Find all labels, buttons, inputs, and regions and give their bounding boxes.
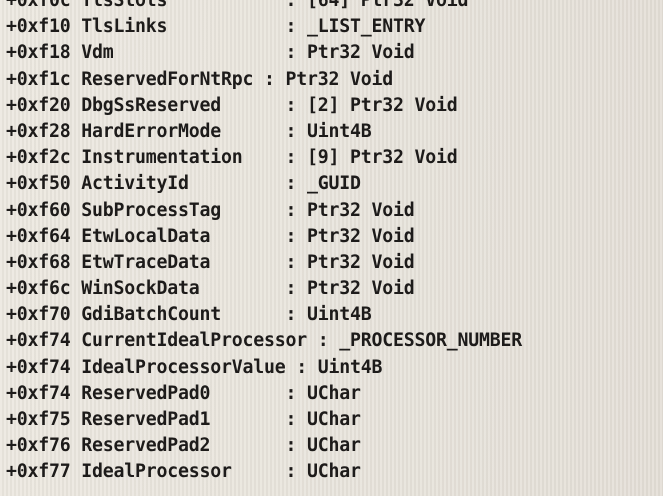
struct-field-line: +0xf20 DbgSsReserved : [2] Ptr32 Void (6, 93, 663, 119)
struct-field-line: +0xf68 EtwTraceData : Ptr32 Void (6, 250, 663, 276)
field-offset: +0xf10 (6, 16, 71, 38)
struct-field-line: +0xf1c ReservedForNtRpc : Ptr32 Void (6, 67, 663, 93)
field-separator: : (285, 173, 307, 195)
struct-field-line: +0xf75 ReservedPad1 : UChar (6, 407, 663, 433)
field-offset: +0xf20 (6, 94, 71, 116)
field-name: HardErrorMode (81, 120, 286, 142)
field-name: WinSockData (81, 278, 286, 300)
field-separator: : (285, 278, 307, 300)
struct-field-line: +0xf10 TlsLinks : _LIST_ENTRY (6, 14, 663, 40)
field-type: Uint4B (317, 356, 383, 378)
debugger-output: +0xf0c TlsSlots : [64] Ptr32 Void +0xf10 … (6, 0, 663, 486)
struct-field-line: +0xf28 HardErrorMode : Uint4B (6, 119, 663, 145)
field-offset: +0xf6c (6, 278, 71, 300)
field-offset: +0xf50 (6, 173, 71, 195)
field-separator: : (285, 251, 307, 273)
field-name: IdealProcessor (81, 461, 286, 483)
field-type: Ptr32 Void (285, 68, 394, 90)
field-separator: : (285, 147, 307, 169)
field-offset: +0xf70 (6, 304, 71, 326)
field-name: SubProcessTag (81, 199, 286, 221)
field-offset: +0xf74 (6, 330, 71, 352)
field-type: UChar (307, 461, 361, 483)
struct-field-line: +0xf6c WinSockData : Ptr32 Void (6, 276, 663, 302)
field-name: Vdm (81, 42, 286, 64)
struct-field-line: +0xf2c Instrumentation : [9] Ptr32 Void (6, 145, 663, 171)
field-name: CurrentIdealProcessor (81, 330, 318, 352)
field-separator: : (285, 42, 307, 64)
field-name: EtwTraceData (81, 251, 286, 273)
field-type: Ptr32 Void (307, 199, 415, 221)
field-separator: : (285, 199, 307, 221)
field-offset: +0xf60 (6, 199, 71, 221)
struct-field-line: +0xf74 CurrentIdealProcessor : _PROCESSO… (6, 328, 663, 354)
field-offset: +0xf1c (6, 68, 71, 90)
field-separator: : (285, 94, 307, 116)
field-separator: : (285, 304, 307, 326)
field-name: ReservedPad0 (81, 382, 286, 404)
field-type: Uint4B (307, 304, 372, 326)
field-type: _GUID (307, 173, 361, 195)
field-name: DbgSsReserved (81, 94, 286, 116)
struct-field-line: +0xf64 EtwLocalData : Ptr32 Void (6, 224, 663, 250)
field-separator: : (285, 382, 307, 404)
field-separator: : (285, 225, 307, 247)
field-name: Instrumentation (81, 147, 286, 169)
field-separator: : (285, 409, 307, 430)
field-type: UChar (307, 409, 361, 430)
field-name: ReservedForNtRpc (81, 68, 264, 90)
field-separator: : (285, 120, 307, 142)
field-offset: +0xf76 (6, 435, 71, 457)
field-separator: : (285, 16, 307, 38)
field-offset: +0xf0c (6, 0, 71, 11)
field-separator: : (317, 330, 340, 352)
field-type: Ptr32 Void (307, 225, 415, 247)
field-offset: +0xf68 (6, 251, 71, 273)
field-type: Ptr32 Void (307, 251, 415, 273)
field-type: [9] Ptr32 Void (307, 147, 458, 169)
field-offset: +0xf28 (6, 120, 71, 142)
field-type: [2] Ptr32 Void (307, 94, 458, 116)
field-type: Ptr32 Void (307, 278, 415, 300)
field-name: ReservedPad1 (81, 409, 286, 430)
field-offset: +0xf18 (6, 42, 71, 64)
field-type: _LIST_ENTRY (307, 16, 426, 38)
field-offset: +0xf2c (6, 147, 71, 169)
struct-field-line: +0xf77 IdealProcessor : UChar (6, 459, 663, 485)
struct-field-line: +0xf70 GdiBatchCount : Uint4B (6, 302, 663, 328)
field-separator: : (296, 356, 318, 378)
field-name: IdealProcessorValue (81, 356, 297, 378)
field-type: Uint4B (307, 120, 372, 142)
struct-field-line: +0xf50 ActivityId : _GUID (6, 171, 663, 197)
struct-field-line: +0xf60 SubProcessTag : Ptr32 Void (6, 198, 663, 224)
field-type: _PROCESSOR_NUMBER (339, 330, 522, 352)
struct-field-line: +0xf74 ReservedPad0 : UChar (6, 381, 663, 407)
field-name: ActivityId (81, 173, 286, 195)
field-name: GdiBatchCount (81, 304, 286, 326)
field-separator: : (264, 68, 286, 90)
struct-field-line: +0xf18 Vdm : Ptr32 Void (6, 40, 663, 66)
field-offset: +0xf74 (6, 382, 71, 404)
field-type: UChar (307, 382, 361, 404)
field-separator: : (285, 0, 307, 11)
field-type: [64] Ptr32 Void (307, 0, 469, 11)
field-offset: +0xf74 (6, 356, 71, 378)
field-type: Ptr32 Void (307, 42, 415, 64)
field-type: UChar (307, 435, 361, 457)
struct-field-line: +0xf0c TlsSlots : [64] Ptr32 Void (6, 0, 663, 14)
field-separator: : (285, 461, 307, 483)
field-name: TlsSlots (81, 0, 286, 11)
field-name: ReservedPad2 (81, 435, 286, 457)
struct-field-line: +0xf76 ReservedPad2 : UChar (6, 433, 663, 459)
field-offset: +0xf75 (6, 409, 71, 430)
struct-field-line: +0xf74 IdealProcessorValue : Uint4B (6, 355, 663, 381)
field-separator: : (285, 435, 307, 457)
field-name: TlsLinks (81, 16, 286, 38)
field-name: EtwLocalData (81, 225, 286, 247)
field-offset: +0xf77 (6, 461, 71, 483)
field-offset: +0xf64 (6, 225, 71, 247)
